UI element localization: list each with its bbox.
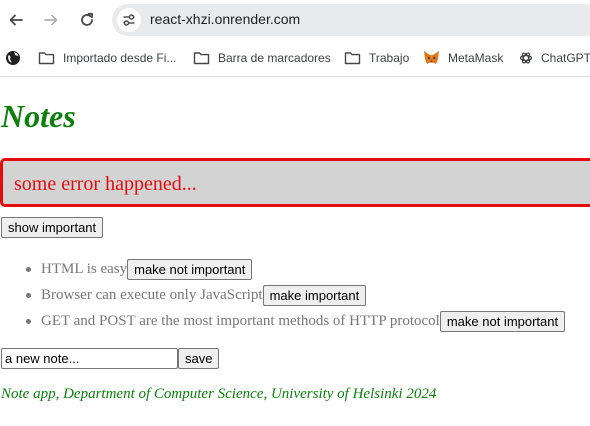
toggle-importance-button[interactable]: make not important: [127, 258, 253, 280]
openai-icon: [519, 52, 533, 64]
bookmark-label: MetaMask: [448, 51, 504, 65]
bookmark-label: Trabajo: [369, 51, 410, 65]
globe-icon: [6, 51, 20, 65]
toggle-importance-button[interactable]: make important: [262, 284, 367, 306]
bookmark-imported[interactable]: Importado desde Fi...: [38, 48, 176, 68]
note-content: GET and POST are the most important meth…: [41, 312, 440, 329]
bookmark-chatgpt[interactable]: ChatGPT: [519, 48, 590, 68]
bookmarks-bar: Importado desde Fi... Barra de marcadore…: [0, 40, 590, 77]
address-bar[interactable]: react-xhzi.onrender.com: [112, 4, 590, 36]
footer-text: Note app, Department of Computer Science…: [1, 386, 437, 402]
new-note-input[interactable]: [1, 348, 178, 369]
arrow-right-icon: [44, 14, 58, 26]
back-button[interactable]: [4, 8, 28, 32]
bookmark-metamask[interactable]: MetaMask: [423, 48, 503, 68]
bookmark-globe[interactable]: [5, 48, 29, 68]
note-item: HTML is easy make not important: [24, 258, 253, 280]
browser-toolbar: react-xhzi.onrender.com: [0, 0, 590, 40]
folder-icon: [344, 52, 361, 65]
list-bullet: [26, 318, 31, 324]
page-title: Notes: [1, 98, 76, 134]
note-item: Browser can execute only JavaScript make…: [24, 284, 367, 306]
note-content: HTML is easy: [41, 260, 128, 277]
url-text[interactable]: react-xhzi.onrender.com: [150, 11, 300, 27]
reload-icon: [81, 12, 93, 26]
toggle-importance-button[interactable]: make not important: [439, 310, 566, 332]
tune-icon: [123, 14, 135, 26]
list-bullet: [26, 266, 31, 272]
fox-icon: [424, 51, 439, 64]
folder-icon: [38, 52, 55, 65]
note-content: Browser can execute only JavaScript: [41, 286, 263, 303]
error-notification: some error happened...: [0, 158, 590, 207]
list-bullet: [26, 292, 31, 298]
bookmark-bookmarks-bar[interactable]: Barra de marcadores: [193, 48, 331, 68]
save-button[interactable]: save: [178, 348, 220, 369]
reload-button[interactable]: [75, 8, 99, 32]
show-important-toggle-button[interactable]: show important: [1, 217, 104, 238]
bookmark-label: ChatGPT: [541, 51, 590, 65]
error-message: some error happened...: [14, 173, 197, 195]
arrow-left-icon: [9, 14, 23, 26]
note-item: GET and POST are the most important meth…: [24, 310, 566, 332]
site-info-button[interactable]: [117, 8, 141, 32]
bookmark-trabajo[interactable]: Trabajo: [344, 48, 409, 68]
forward-button[interactable]: [39, 8, 63, 32]
bookmark-label: Barra de marcadores: [218, 51, 331, 65]
bookmark-label: Importado desde Fi...: [63, 51, 177, 65]
folder-icon: [193, 52, 210, 65]
